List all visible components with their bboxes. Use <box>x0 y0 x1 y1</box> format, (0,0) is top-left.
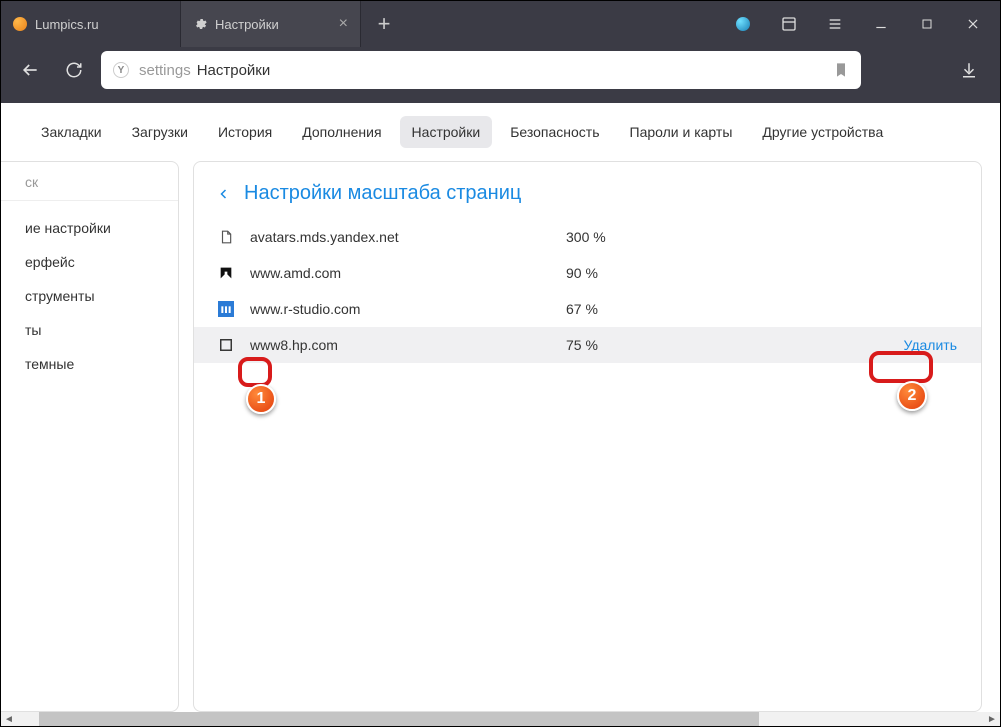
site-name: avatars.mds.yandex.net <box>250 229 550 245</box>
site-zoom: 90 % <box>566 265 598 281</box>
site-row[interactable]: avatars.mds.yandex.net 300 % <box>194 219 981 255</box>
favicon-lumpics <box>13 17 27 31</box>
site-zoom: 300 % <box>566 229 606 245</box>
extension-icon[interactable] <box>724 1 762 47</box>
zoom-settings-panel: Настройки масштаба страниц avatars.mds.y… <box>193 161 982 712</box>
gear-icon <box>193 17 207 31</box>
scroll-left-arrow[interactable]: ◄ <box>1 712 17 726</box>
yandex-icon: Y <box>113 62 129 78</box>
sidebar-item-system[interactable]: темные <box>1 347 178 381</box>
tab-lumpics[interactable]: Lumpics.ru <box>1 1 181 47</box>
nav-security[interactable]: Безопасность <box>498 116 611 148</box>
site-name: www.amd.com <box>250 265 550 281</box>
sidebar-item-general[interactable]: ие настройки <box>1 211 178 245</box>
close-button[interactable] <box>954 1 992 47</box>
site-row[interactable]: www.amd.com 90 % <box>194 255 981 291</box>
content: Закладки Загрузки История Дополнения Нас… <box>1 103 1000 712</box>
nav-settings[interactable]: Настройки <box>400 116 493 148</box>
file-icon <box>218 229 234 245</box>
nav-bookmarks[interactable]: Закладки <box>29 116 114 148</box>
sidebar-item-interface[interactable]: ерфейс <box>1 245 178 279</box>
menu-icon[interactable] <box>816 1 854 47</box>
sidebar-item-sites[interactable]: ты <box>1 313 178 347</box>
scroll-right-arrow[interactable]: ► <box>984 712 1000 726</box>
back-link[interactable] <box>218 186 230 202</box>
site-list: avatars.mds.yandex.net 300 % www.amd.com… <box>194 219 981 363</box>
sidebar-item-tools[interactable]: струменты <box>1 279 178 313</box>
scroll-thumb[interactable] <box>39 712 759 726</box>
nav-other-devices[interactable]: Другие устройства <box>750 116 895 148</box>
reader-mode-icon[interactable] <box>770 1 808 47</box>
tab-title: Lumpics.ru <box>35 17 168 32</box>
nav-addons[interactable]: Дополнения <box>290 116 393 148</box>
back-button[interactable] <box>13 53 47 87</box>
downloads-icon[interactable] <box>950 51 988 89</box>
toolbar: Y settings Настройки <box>1 47 1000 103</box>
address-text: settings Настройки <box>139 62 270 79</box>
delete-button[interactable]: Удалить <box>904 337 957 353</box>
address-bar[interactable]: Y settings Настройки <box>101 51 861 89</box>
site-name: www.r-studio.com <box>250 301 550 317</box>
rstudio-icon <box>218 301 234 317</box>
site-row[interactable]: www8.hp.com 75 % Удалить <box>194 327 981 363</box>
annotation-callout-2: 2 <box>897 381 927 411</box>
annotation-callout-1: 1 <box>246 384 276 414</box>
sidebar: ие настройки ерфейс струменты ты темные <box>1 161 179 712</box>
site-zoom: 67 % <box>566 301 598 317</box>
horizontal-scrollbar[interactable]: ◄ ► <box>1 712 1000 726</box>
site-row[interactable]: www.r-studio.com 67 % <box>194 291 981 327</box>
maximize-button[interactable] <box>908 1 946 47</box>
tab-title: Настройки <box>215 17 331 32</box>
sidebar-search-input[interactable] <box>25 174 168 190</box>
close-icon[interactable]: × <box>339 15 348 33</box>
site-name: www8.hp.com <box>250 337 550 353</box>
amd-icon <box>218 265 234 281</box>
blank-icon <box>218 337 234 353</box>
new-tab-button[interactable]: + <box>361 1 407 47</box>
nav-history[interactable]: История <box>206 116 284 148</box>
nav-downloads[interactable]: Загрузки <box>120 116 200 148</box>
titlebar: Lumpics.ru Настройки × + <box>1 1 1000 47</box>
bookmark-icon[interactable] <box>833 61 849 79</box>
site-zoom: 75 % <box>566 337 598 353</box>
top-nav: Закладки Загрузки История Дополнения Нас… <box>1 103 1000 161</box>
reload-button[interactable] <box>57 53 91 87</box>
tab-settings[interactable]: Настройки × <box>181 1 361 47</box>
nav-passwords[interactable]: Пароли и карты <box>618 116 745 148</box>
minimize-button[interactable] <box>862 1 900 47</box>
panel-title: Настройки масштаба страниц <box>244 182 521 205</box>
